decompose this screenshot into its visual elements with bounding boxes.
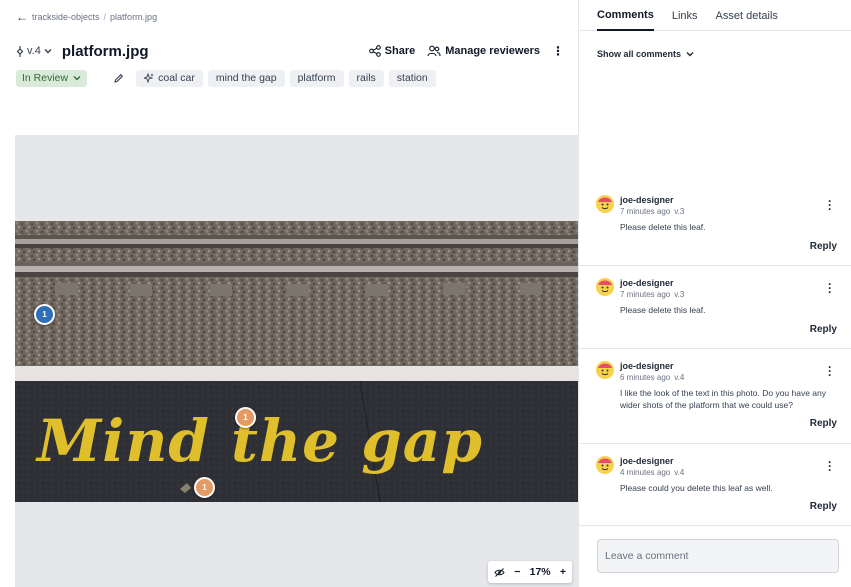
tag-rails[interactable]: rails: [348, 69, 384, 87]
manage-reviewers-button[interactable]: Manage reviewers: [427, 45, 540, 57]
comment-input-placeholder: Leave a comment: [605, 550, 689, 562]
breadcrumb-project[interactable]: trackside-objects: [32, 12, 100, 22]
avatar: [596, 278, 614, 296]
show-all-comments-dropdown[interactable]: Show all comments: [597, 49, 694, 59]
more-options-icon[interactable]: ⋮: [552, 45, 564, 57]
asset-filename: platform.jpg: [61, 42, 149, 60]
manage-reviewers-label: Manage reviewers: [445, 45, 540, 57]
comment-options-icon[interactable]: · · ·: [828, 195, 832, 215]
comment-text: Please could you delete this leaf as wel…: [620, 483, 773, 493]
reply-button[interactable]: Reply: [810, 418, 837, 429]
comment-text: I like the look of the text in this phot…: [620, 388, 827, 410]
tab-comments[interactable]: Comments: [597, 0, 654, 31]
tag-label: coal car: [158, 72, 195, 84]
tag-label: station: [396, 72, 428, 84]
comment-time: 6 minutes ago: [620, 373, 671, 382]
mind-the-gap-text: Mind the gap: [35, 407, 483, 475]
reply-button[interactable]: Reply: [810, 241, 837, 252]
asset-viewer: ← trackside-objects / platform.jpg v.4 p…: [0, 0, 578, 587]
panel-tabs: Comments Links Asset details: [579, 0, 851, 31]
comment-version[interactable]: v.3: [674, 207, 684, 216]
tag-mind-the-gap[interactable]: mind the gap: [207, 69, 285, 87]
comment-options-icon[interactable]: · · ·: [828, 361, 832, 381]
comment-version[interactable]: v.4: [674, 468, 684, 477]
tag-label: platform: [297, 72, 336, 84]
zoom-in-button[interactable]: +: [560, 566, 566, 578]
comment-author[interactable]: joe-designer: [620, 195, 674, 205]
comment-author[interactable]: joe-designer: [620, 456, 674, 466]
comment-text: Please delete this leaf.: [620, 305, 706, 315]
breadcrumb-separator: /: [103, 12, 107, 22]
zoom-level: 17%: [529, 566, 551, 578]
tag-label: mind the gap: [215, 72, 277, 84]
comment-item: joe-designer 7 minutes ago v.3 · · · Please…: [579, 195, 851, 266]
comment-input[interactable]: Leave a comment: [597, 539, 839, 573]
annotation-pin[interactable]: 1: [34, 304, 55, 325]
ai-sparkle-icon: [144, 73, 154, 83]
comments-panel: Comments Links Asset details Show all co…: [578, 0, 851, 587]
back-arrow-icon[interactable]: ←: [16, 11, 28, 23]
status-label: In Review: [22, 72, 69, 84]
breadcrumb: ← trackside-objects / platform.jpg: [16, 11, 158, 23]
comment-item: joe-designer 6 minutes ago v.4 · · · I like…: [579, 361, 851, 444]
zoom-out-button[interactable]: −: [514, 566, 520, 578]
version-label: v.4: [27, 45, 41, 57]
comment-item: joe-designer 7 minutes ago v.3 · · · Please…: [579, 278, 851, 349]
share-label: Share: [384, 45, 416, 57]
version-selector[interactable]: v.4: [16, 45, 52, 57]
image-canvas[interactable]: Mind the gap 1 1 1: [15, 135, 578, 587]
show-all-label: Show all comments: [597, 49, 682, 59]
comment-author[interactable]: joe-designer: [620, 278, 674, 288]
version-diamond-icon: [16, 45, 24, 57]
comment-meta: 7 minutes ago v.3: [620, 290, 684, 299]
avatar: [596, 456, 614, 474]
comment-version[interactable]: v.3: [674, 290, 684, 299]
tab-links[interactable]: Links: [672, 0, 698, 31]
reply-button[interactable]: Reply: [810, 324, 837, 335]
pencil-icon: [114, 73, 124, 83]
annotation-pin[interactable]: 1: [194, 477, 215, 498]
asset-header: v.4 platform.jpg Share Manage reviewers …: [16, 40, 564, 62]
tag-coal-car[interactable]: coal car: [136, 69, 203, 87]
zoom-controls: − 17% +: [488, 561, 572, 583]
share-icon: [368, 45, 381, 57]
avatar: [596, 195, 614, 213]
hide-annotations-icon[interactable]: [494, 567, 505, 577]
comment-meta: 7 minutes ago v.3: [620, 207, 684, 216]
breadcrumb-file: platform.jpg: [110, 12, 158, 22]
chevron-down-icon: [44, 49, 52, 54]
edit-tags-button[interactable]: [113, 73, 124, 84]
comment-text: Please delete this leaf.: [620, 222, 706, 232]
annotation-pin[interactable]: 1: [235, 407, 256, 428]
platform-photo-image: Mind the gap: [15, 221, 578, 502]
asset-photo[interactable]: Mind the gap: [15, 221, 578, 502]
status-dropdown[interactable]: In Review: [16, 69, 88, 87]
comment-meta: 6 minutes ago v.4: [620, 373, 684, 382]
tag-label: rails: [356, 72, 376, 84]
comment-version[interactable]: v.4: [674, 373, 684, 382]
comment-author[interactable]: joe-designer: [620, 361, 674, 371]
comment-time: 4 minutes ago: [620, 468, 671, 477]
comment-options-icon[interactable]: · · ·: [828, 456, 832, 476]
reply-button[interactable]: Reply: [810, 501, 837, 512]
chevron-down-icon: [686, 52, 694, 57]
share-button[interactable]: Share: [368, 45, 416, 57]
comment-time: 7 minutes ago: [620, 290, 671, 299]
header-actions: Share Manage reviewers ⋮: [368, 45, 564, 57]
tag-platform[interactable]: platform: [289, 69, 344, 87]
reviewers-icon: [427, 45, 441, 57]
comment-options-icon[interactable]: · · ·: [828, 278, 832, 298]
chevron-down-icon: [73, 76, 81, 81]
tag-row: In Review coal car mind the gap platform…: [16, 69, 441, 87]
avatar: [596, 361, 614, 379]
comment-time: 7 minutes ago: [620, 207, 671, 216]
comment-item: joe-designer 4 minutes ago v.4 · · · Please…: [579, 456, 851, 526]
comment-meta: 4 minutes ago v.4: [620, 468, 684, 477]
tag-station[interactable]: station: [388, 69, 436, 87]
tab-asset-details[interactable]: Asset details: [716, 0, 778, 31]
